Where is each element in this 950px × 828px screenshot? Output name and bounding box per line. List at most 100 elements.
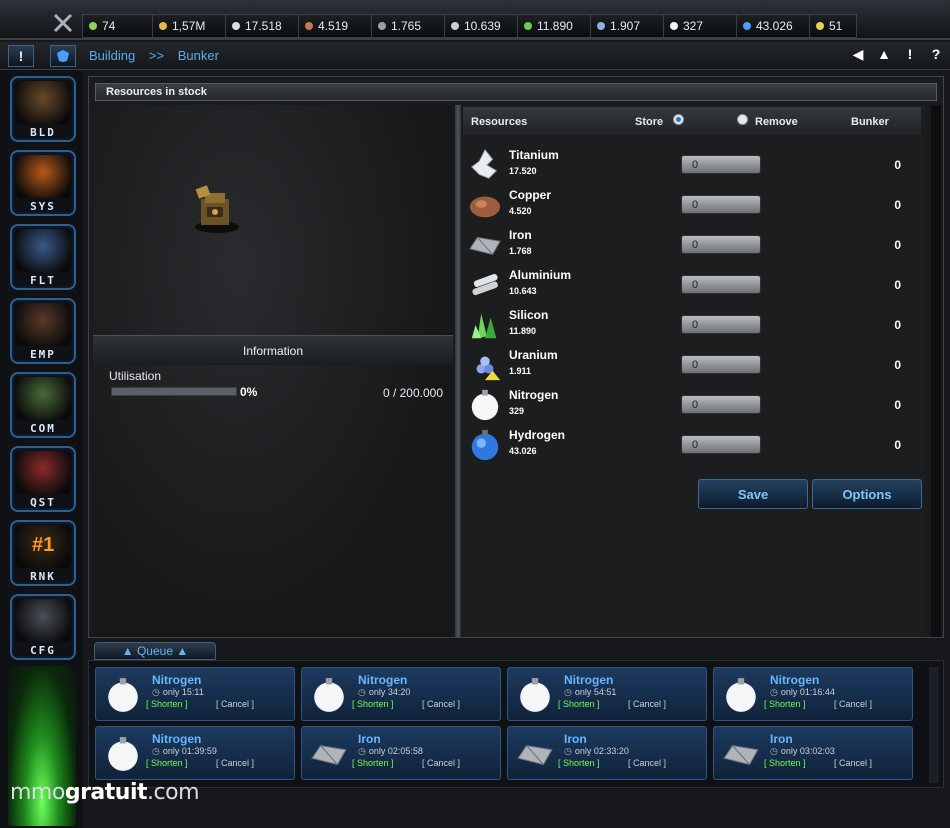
queue-item-time-text: only 01:39:59 [162, 746, 217, 756]
resource-quantity-input[interactable]: 0 [681, 435, 761, 454]
resource-counter[interactable]: 4.519 [298, 14, 371, 38]
resource-counter[interactable]: 1.765 [371, 14, 444, 38]
resource-icon [232, 22, 240, 30]
shorten-button[interactable]: [ Shorten ] [764, 758, 806, 768]
sidebar-item-com[interactable]: COM [10, 372, 76, 438]
resource-topbar: 74 1,57M 17.518 4.519 1.765 10.639 11.890 1.907… [0, 0, 950, 40]
queue-item: Nitrogen ◷ only 34:20[ Shorten ][ Cancel ] [301, 667, 501, 721]
build-queue: Nitrogen ◷ only 15:11[ Shorten ][ Cancel ]… [88, 660, 944, 788]
alert-button[interactable]: ! [8, 45, 34, 67]
cancel-button[interactable]: [ Cancel ] [834, 758, 872, 768]
resource-counter[interactable]: 1,57M [152, 14, 225, 38]
cancel-button[interactable]: [ Cancel ] [422, 758, 460, 768]
sidebar-item-art [15, 303, 71, 346]
faction-button[interactable] [50, 45, 76, 67]
cancel-button[interactable]: [ Cancel ] [216, 758, 254, 768]
col-store: Store [635, 116, 664, 128]
breadcrumb-bunker[interactable]: Bunker [178, 48, 219, 63]
crossed-swords-icon[interactable] [40, 8, 86, 38]
resource-icon [743, 22, 751, 30]
sidebar-item-qst[interactable]: QST [10, 446, 76, 512]
panel-title: Resources in stock [95, 83, 937, 101]
nitrogen-icon [104, 676, 142, 714]
resource-counter[interactable]: 17.518 [225, 14, 298, 38]
store-radio[interactable] [673, 114, 684, 125]
save-button[interactable]: Save [698, 479, 808, 509]
cancel-button[interactable]: [ Cancel ] [422, 699, 460, 709]
help-icon[interactable]: ? [928, 46, 944, 63]
resource-icon [524, 22, 532, 30]
resource-counter[interactable]: 11.890 [517, 14, 590, 38]
resource-rows: Titanium 17.520 0 0 Copper 4.520 0 0 Iron 1.768 0 0… [463, 145, 921, 465]
resource-counter[interactable]: 74 [82, 14, 152, 38]
shorten-button[interactable]: [ Shorten ] [558, 699, 600, 709]
col-bunker: Bunker [851, 116, 889, 128]
resource-quantity-input[interactable]: 0 [681, 275, 761, 294]
queue-scrollbar[interactable] [929, 667, 939, 783]
resource-counter[interactable]: 10.639 [444, 14, 517, 38]
resource-quantity-input[interactable]: 0 [681, 395, 761, 414]
queue-item: Nitrogen ◷ only 54:51[ Shorten ] [ Cancel ] [507, 667, 707, 721]
resource-counter[interactable]: 1.907 [590, 14, 663, 38]
resource-counter[interactable]: 51 [809, 14, 857, 38]
resource-value: 74 [102, 19, 116, 33]
table-scrollbar[interactable] [931, 105, 941, 637]
resource-icon [89, 22, 97, 30]
sidebar-item-bld[interactable]: BLD [10, 76, 76, 142]
cancel-button[interactable]: [ Cancel ] [834, 699, 872, 709]
cancel-button[interactable]: [ Cancel ] [216, 699, 254, 709]
resource-name: Hydrogen [509, 428, 566, 442]
resource-icon [159, 22, 167, 30]
utilisation-percent: 0% [240, 385, 258, 399]
resource-quantity-input[interactable]: 0 [681, 155, 761, 174]
watermark-part-2: gratuit [64, 780, 148, 805]
resource-row-uranium: Uranium 1.911 0 0 [463, 345, 921, 385]
sidebar-item-flt[interactable]: FLT [10, 224, 76, 290]
titanium-icon [467, 148, 503, 182]
resource-quantity-input[interactable]: 0 [681, 355, 761, 374]
resource-name: Titanium [509, 148, 559, 162]
nav-icons: ◀ ▲ ! ? [850, 46, 944, 63]
queue-item-time: ◷ only 54:51 [564, 687, 616, 698]
options-button[interactable]: Options [812, 479, 922, 509]
sidebar-item-emp[interactable]: EMP [10, 298, 76, 364]
queue-tab[interactable]: ▲ Queue ▲ [94, 642, 216, 660]
utilisation-bar [111, 387, 237, 396]
iron-icon [310, 735, 348, 773]
alert-icon: ! [18, 48, 24, 64]
faction-shield-icon [57, 50, 69, 62]
bunker-amount: 0 [894, 398, 901, 412]
resource-icon [816, 22, 824, 30]
sidebar-item-cfg[interactable]: CFG [10, 594, 76, 660]
bunker-building-icon [195, 185, 239, 233]
info-icon[interactable]: ! [902, 46, 918, 63]
sidebar-item-art [15, 81, 71, 124]
shorten-button[interactable]: [ Shorten ] [352, 699, 394, 709]
back-icon[interactable]: ◀ [850, 46, 866, 63]
resource-counter[interactable]: 327 [663, 14, 736, 38]
resource-quantity-input[interactable]: 0 [681, 315, 761, 334]
cancel-button[interactable]: [ Cancel ] [628, 758, 666, 768]
remove-radio[interactable] [737, 114, 748, 125]
shorten-button[interactable]: [ Shorten ] [146, 699, 188, 709]
sidebar-item-sys[interactable]: SYS [10, 150, 76, 216]
shorten-button[interactable]: [ Shorten ] [352, 758, 394, 768]
resource-name: Aluminium [509, 268, 571, 282]
clock-icon: ◷ [564, 687, 572, 697]
copper-icon [467, 188, 503, 222]
resource-quantity-input[interactable]: 0 [681, 195, 761, 214]
queue-item-name: Nitrogen [564, 673, 614, 687]
sidebar-item-rnk[interactable]: #1 RNK [10, 520, 76, 586]
shorten-button[interactable]: [ Shorten ] [764, 699, 806, 709]
uranium-icon [467, 348, 503, 382]
resource-amount: 10.643 [509, 286, 537, 296]
breadcrumb-building[interactable]: Building [89, 48, 135, 63]
resource-counter[interactable]: 43.026 [736, 14, 809, 38]
cancel-button[interactable]: [ Cancel ] [628, 699, 666, 709]
shorten-button[interactable]: [ Shorten ] [146, 758, 188, 768]
resource-value: 11.890 [537, 19, 573, 33]
resource-quantity-input[interactable]: 0 [681, 235, 761, 254]
up-icon[interactable]: ▲ [876, 46, 892, 63]
queue-item-time-text: only 03:02:03 [780, 746, 835, 756]
shorten-button[interactable]: [ Shorten ] [558, 758, 600, 768]
